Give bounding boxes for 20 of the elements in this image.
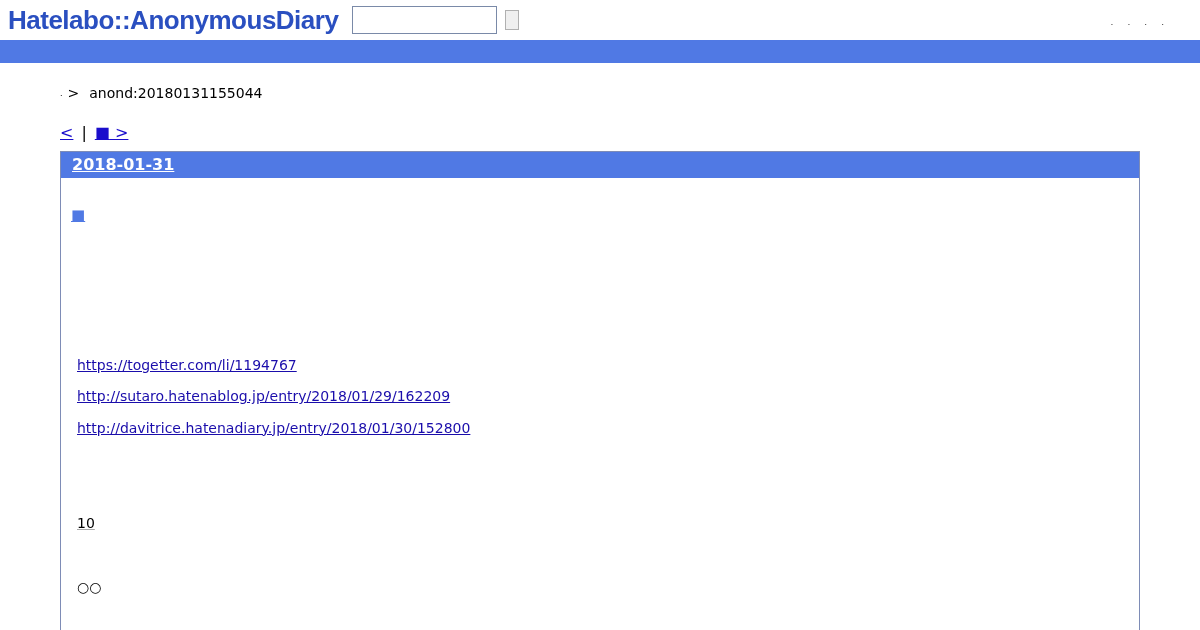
- breadcrumb-separator: >: [67, 84, 80, 103]
- search-button[interactable]: [505, 10, 520, 30]
- body-text: ○○: [77, 578, 102, 597]
- site-logo[interactable]: Hatelabo::AnonymousDiary: [8, 0, 339, 40]
- prev-link[interactable]: <: [60, 121, 74, 145]
- top-link[interactable]: .: [1127, 16, 1131, 30]
- url-link[interactable]: http://davitrice.hatenadiary.jp/entry/2018/01/30/152800: [77, 417, 471, 449]
- search-field[interactable]: [352, 6, 498, 34]
- date-link[interactable]: 2018-01-31: [72, 153, 175, 177]
- breadcrumb-current: anond:20180131155044: [89, 84, 263, 103]
- top-link[interactable]: .: [1161, 16, 1164, 30]
- url-link[interactable]: http://sutaro.hatenablog.jp/entry/2018/01/29/162209: [77, 386, 451, 418]
- home-link[interactable]: .: [60, 87, 63, 100]
- top-link[interactable]: .: [1144, 16, 1148, 30]
- pager-separator: |: [81, 122, 87, 144]
- section-link[interactable]: ■: [71, 204, 86, 227]
- count-text: 10: [77, 514, 95, 533]
- url-link[interactable]: https://togetter.com/li/1194767: [77, 354, 297, 386]
- top-link[interactable]: .: [1110, 16, 1114, 30]
- entry-link[interactable]: ■ >: [94, 121, 129, 145]
